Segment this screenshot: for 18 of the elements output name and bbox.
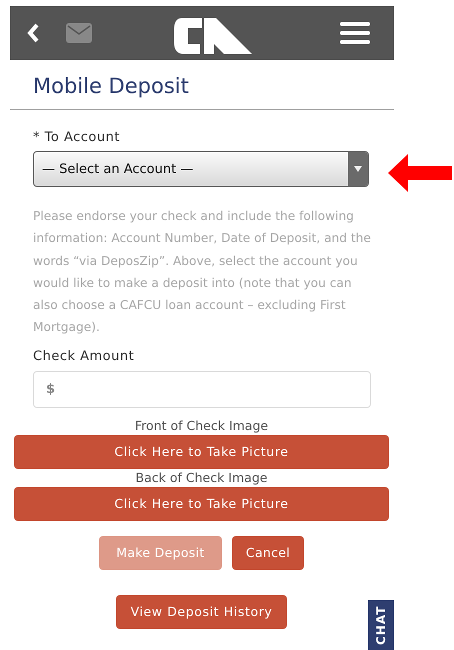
account-select[interactable]: — Select an Account — (33, 151, 369, 187)
logo-icon (172, 16, 252, 56)
page-title: Mobile Deposit (10, 60, 394, 110)
back-icon[interactable] (26, 22, 40, 44)
pointer-arrow (388, 154, 452, 192)
instructions-text: Please endorse your check and include the following information: Account Number, Date of Deposit, and the words “via DeposZip”. Above, select the account you would like to make a deposit into (note that you can also choose a CAFCU loan account – excluding First Mortgage). (33, 208, 372, 336)
take-picture-button[interactable]: Click Here to Take Picture (14, 486, 389, 521)
field-label: * To Account (33, 130, 120, 145)
field-label: Check Amount (33, 348, 134, 364)
menu-icon[interactable] (340, 21, 370, 45)
image-label: Front of Check Image (134, 416, 268, 435)
amount-field[interactable]: $ (33, 370, 371, 408)
chat-tab[interactable]: CHAT (368, 600, 394, 650)
action-button[interactable]: Cancel (232, 536, 304, 570)
image-label: Back of Check Image (136, 468, 268, 487)
caret-icon (354, 166, 362, 172)
take-picture-button[interactable]: Click Here to Take Picture (14, 434, 389, 469)
deposit-history-button[interactable]: View Deposit History (116, 594, 287, 629)
